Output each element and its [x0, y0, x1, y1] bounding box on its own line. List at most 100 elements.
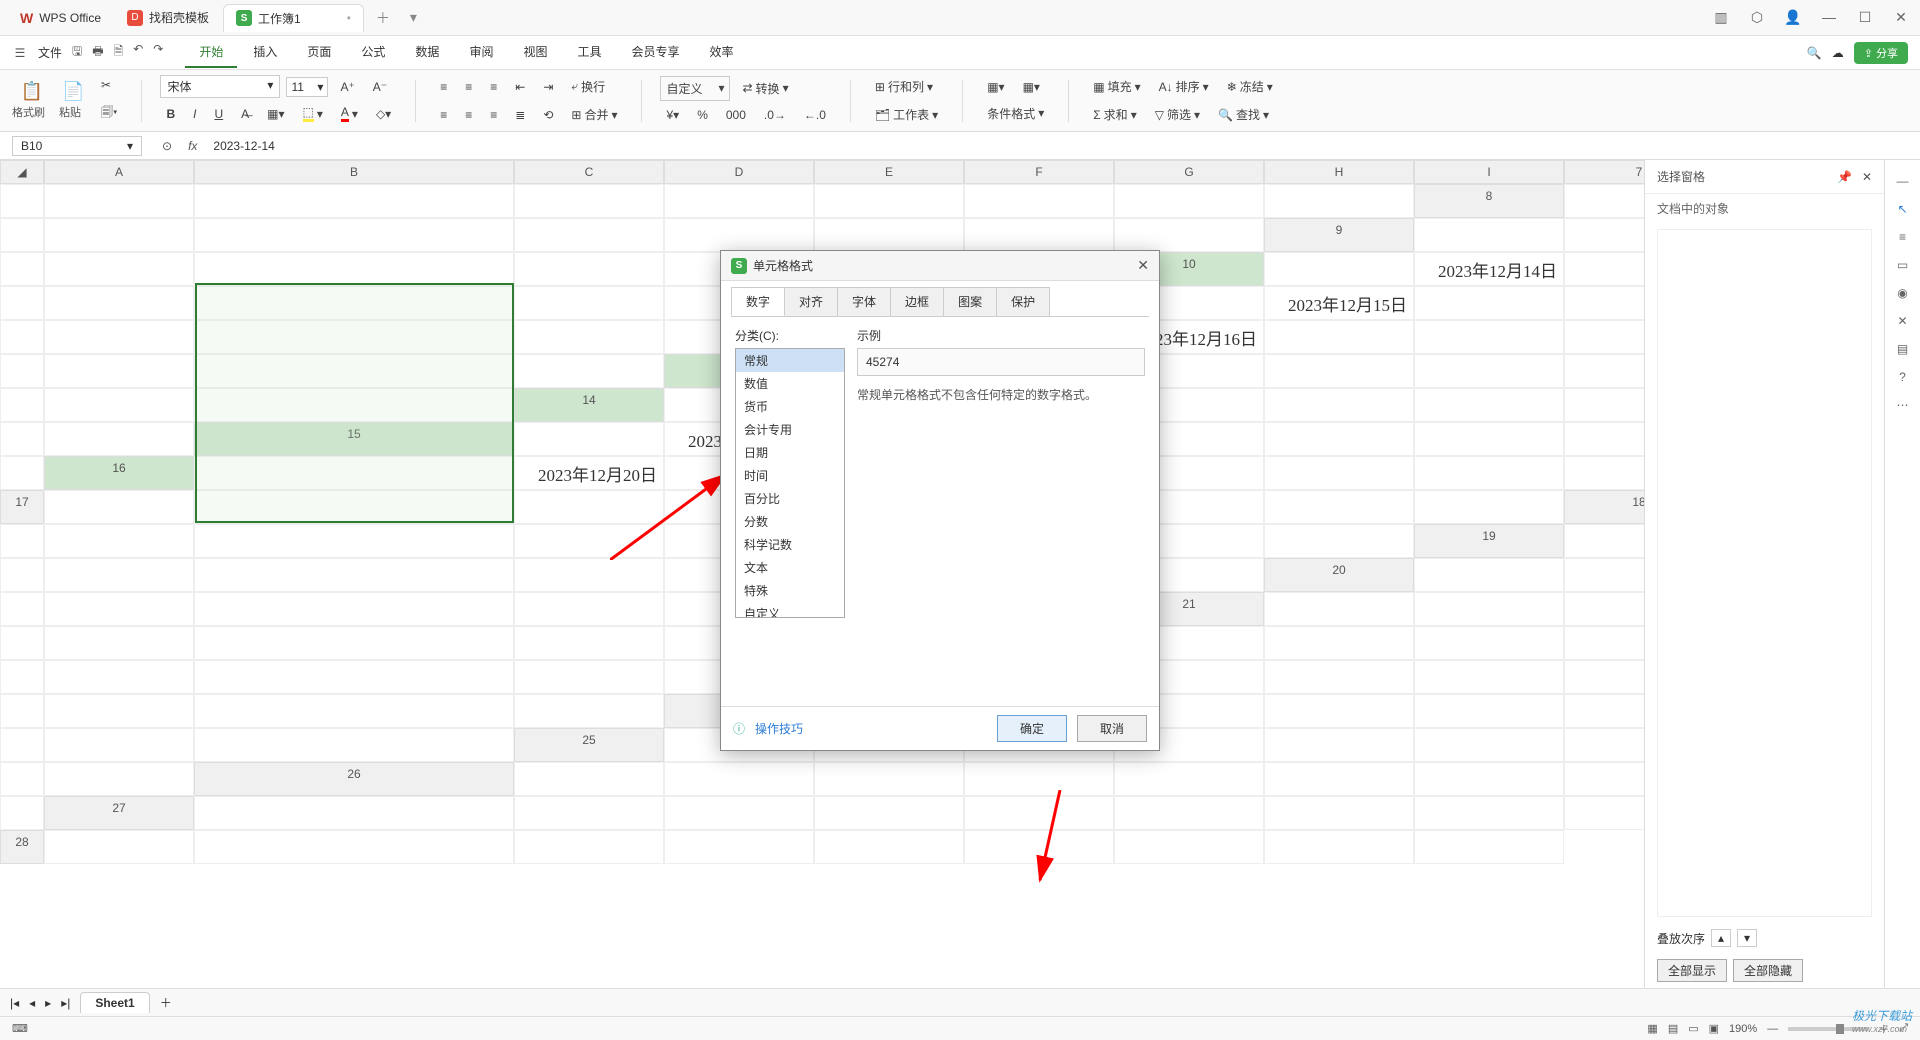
cell[interactable] — [1564, 728, 1644, 762]
zoom-out-icon[interactable]: — — [1767, 1023, 1778, 1035]
cell[interactable] — [0, 626, 44, 660]
cell[interactable] — [1414, 762, 1564, 796]
cell[interactable] — [44, 286, 194, 320]
cell[interactable] — [194, 626, 514, 660]
category-item[interactable]: 时间 — [736, 464, 844, 487]
cell[interactable] — [194, 490, 514, 524]
menu-开始[interactable]: 开始 — [185, 37, 237, 68]
cell[interactable] — [1114, 796, 1264, 830]
cell[interactable]: 2023年12月15日 — [1264, 286, 1414, 320]
stack-down-icon[interactable]: ▾ — [1737, 929, 1757, 947]
paste-icon[interactable]: 📄 — [62, 81, 78, 102]
cell[interactable] — [1414, 354, 1564, 388]
cell[interactable] — [964, 762, 1114, 796]
more-icon[interactable]: ⋯ — [1897, 398, 1909, 412]
cell[interactable] — [514, 592, 664, 626]
cell[interactable] — [814, 796, 964, 830]
row-header[interactable]: 27 — [44, 796, 194, 830]
cell[interactable] — [44, 320, 194, 354]
cell[interactable] — [0, 796, 44, 830]
comma-icon[interactable]: 000 — [720, 104, 752, 126]
cell[interactable] — [1414, 490, 1564, 524]
select-all-corner[interactable]: ◢ — [0, 160, 44, 184]
cell[interactable] — [814, 218, 964, 252]
cell[interactable] — [1564, 184, 1644, 218]
align-right-icon[interactable]: ≡ — [484, 104, 503, 126]
menu-公式[interactable]: 公式 — [347, 37, 399, 68]
worksheet-button[interactable]: 🗂 工作表 ▾ — [869, 102, 944, 127]
ok-button[interactable]: 确定 — [997, 715, 1067, 742]
rowcol-button[interactable]: ⊞ 行和列 ▾ — [869, 74, 939, 99]
cell[interactable] — [44, 490, 194, 524]
view-page-icon[interactable]: ▤ — [1668, 1022, 1678, 1035]
col-header[interactable]: B — [194, 160, 514, 184]
tab-last-icon[interactable]: ▸| — [61, 996, 70, 1010]
col-header[interactable]: G — [1114, 160, 1264, 184]
cell[interactable] — [1264, 626, 1414, 660]
cell[interactable] — [44, 558, 194, 592]
file-menu[interactable]: 文件 — [30, 38, 70, 67]
cell[interactable] — [44, 592, 194, 626]
cell[interactable] — [1414, 660, 1564, 694]
app-tab-doc[interactable]: S工作簿1• — [223, 4, 364, 32]
tool2-icon[interactable]: ▭ — [1897, 258, 1908, 272]
menu-视图[interactable]: 视图 — [509, 37, 561, 68]
cell[interactable] — [1564, 286, 1644, 320]
cell[interactable] — [1564, 626, 1644, 660]
fx-icon[interactable]: fx — [180, 139, 205, 153]
dec-inc-icon[interactable]: .0→ — [758, 104, 792, 126]
cell[interactable] — [44, 524, 194, 558]
number-format-select[interactable]: 自定义▾ — [660, 76, 730, 101]
menu-效率[interactable]: 效率 — [696, 37, 748, 68]
cell[interactable] — [1414, 626, 1564, 660]
cell[interactable] — [1564, 558, 1644, 592]
cell[interactable] — [1414, 456, 1564, 490]
cell[interactable] — [0, 286, 44, 320]
menu-会员专享[interactable]: 会员专享 — [617, 37, 693, 68]
cell[interactable] — [44, 218, 194, 252]
cell[interactable] — [44, 422, 194, 456]
cell[interactable] — [0, 762, 44, 796]
align-center-icon[interactable]: ≡ — [459, 104, 478, 126]
cell[interactable] — [1564, 320, 1644, 354]
cell[interactable] — [1264, 796, 1414, 830]
category-item[interactable]: 日期 — [736, 441, 844, 464]
tab-add[interactable]: ＋ — [366, 8, 400, 28]
cond-format-button[interactable]: 条件格式 ▾ — [981, 101, 1050, 126]
cell[interactable] — [1414, 796, 1564, 830]
undo-icon[interactable]: ↶ — [133, 42, 143, 63]
cell[interactable] — [194, 456, 514, 490]
category-item[interactable]: 数值 — [736, 372, 844, 395]
cell[interactable] — [1414, 728, 1564, 762]
dialog-tab-边框[interactable]: 边框 — [890, 287, 944, 316]
cell[interactable] — [1564, 388, 1644, 422]
cell[interactable] — [194, 558, 514, 592]
cell[interactable] — [194, 830, 514, 864]
cell[interactable] — [1264, 422, 1414, 456]
dialog-tab-数字[interactable]: 数字 — [731, 287, 785, 316]
col-header[interactable]: E — [814, 160, 964, 184]
cell[interactable] — [194, 796, 514, 830]
cell[interactable] — [0, 184, 44, 218]
row-header[interactable]: 8 — [1414, 184, 1564, 218]
cell[interactable] — [1264, 184, 1414, 218]
cell[interactable] — [1414, 286, 1564, 320]
app-tab-template[interactable]: D找稻壳模板 — [115, 4, 221, 32]
align-top-icon[interactable]: ≡ — [434, 76, 453, 98]
tab-first-icon[interactable]: |◂ — [10, 996, 19, 1010]
menu-页面[interactable]: 页面 — [293, 37, 345, 68]
percent-icon[interactable]: % — [691, 104, 714, 126]
cell[interactable] — [964, 218, 1114, 252]
category-list[interactable]: 常规数值货币会计专用日期时间百分比分数科学记数文本特殊自定义 — [735, 348, 845, 618]
cell[interactable] — [0, 524, 44, 558]
pane-close-icon[interactable]: ✕ — [1862, 170, 1872, 184]
maximize-icon[interactable]: ☐ — [1854, 9, 1876, 26]
cell[interactable] — [0, 694, 44, 728]
cell[interactable] — [514, 354, 664, 388]
tab-next-icon[interactable]: ▸ — [45, 996, 51, 1010]
cell-reference-box[interactable]: B10▾ — [12, 136, 142, 156]
tool3-icon[interactable]: ◉ — [1897, 286, 1907, 300]
cell[interactable] — [514, 830, 664, 864]
currency-icon[interactable]: ¥▾ — [660, 104, 685, 126]
category-item[interactable]: 分数 — [736, 510, 844, 533]
